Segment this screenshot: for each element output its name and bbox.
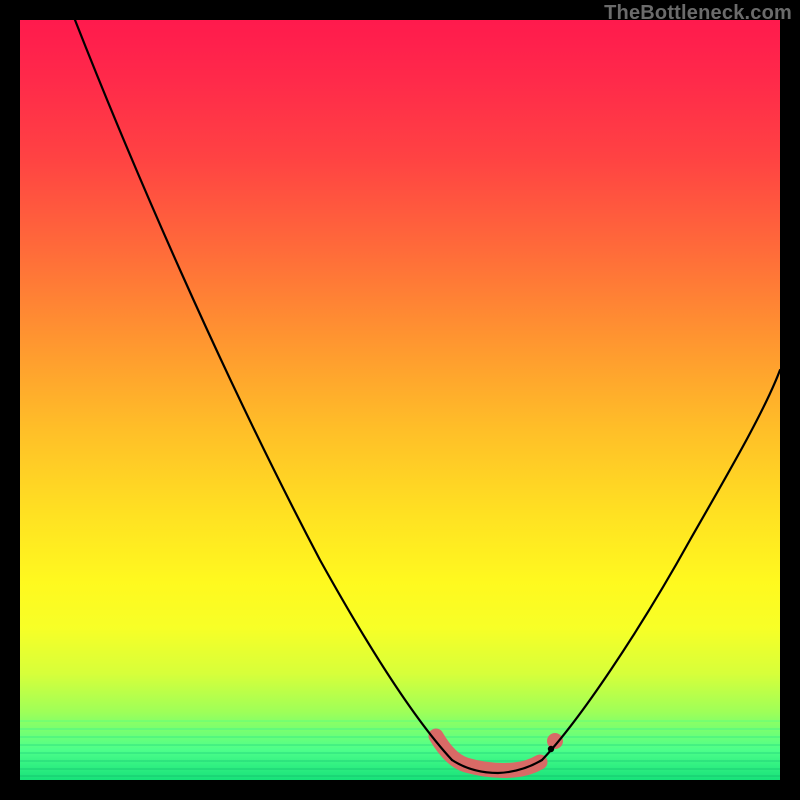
curve-layer xyxy=(20,20,780,780)
curve-right-branch xyxy=(542,370,780,760)
plot-area xyxy=(20,20,780,780)
highlight-trough xyxy=(436,736,540,770)
chart-root: TheBottleneck.com xyxy=(0,0,800,800)
curve-left-branch xyxy=(75,20,452,760)
